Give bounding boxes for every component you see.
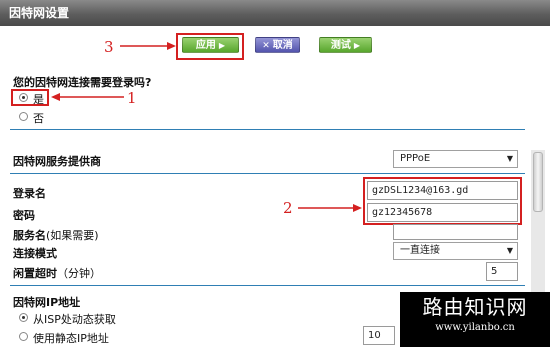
separator bbox=[10, 285, 525, 286]
test-button[interactable]: 测试 ▶ bbox=[319, 37, 372, 53]
password-input[interactable]: gz12345678 bbox=[367, 203, 518, 222]
callout-1: 1 bbox=[127, 89, 137, 107]
radio-ip-static[interactable] bbox=[19, 332, 28, 341]
callout-3-arrow bbox=[120, 42, 176, 50]
watermark-title: 路由知识网 bbox=[422, 295, 528, 319]
cancel-button-label: 取消 bbox=[272, 40, 293, 51]
service-name-input[interactable] bbox=[393, 224, 518, 240]
login-question-label: 您的因特网连接需要登录吗? bbox=[13, 76, 152, 89]
radio-ip-dynamic[interactable] bbox=[19, 313, 28, 322]
ip-octet-1-input[interactable]: 10 bbox=[363, 326, 395, 345]
separator bbox=[10, 129, 525, 130]
ip-static-label: 使用静态IP地址 bbox=[33, 332, 109, 345]
radio-login-yes[interactable] bbox=[19, 93, 28, 102]
login-yes-label: 是 bbox=[33, 93, 44, 106]
connection-mode-value: 一直连接 bbox=[400, 245, 440, 256]
toolbar: 应用 ▶ ✕ 取消 测试 ▶ bbox=[0, 26, 550, 64]
watermark-url: www.yilanbo.cn bbox=[435, 322, 515, 333]
separator bbox=[10, 173, 525, 174]
cancel-button[interactable]: ✕ 取消 bbox=[255, 37, 300, 53]
service-name-hint: (如果需要) bbox=[46, 229, 99, 242]
connection-mode-label: 连接模式 bbox=[13, 247, 57, 260]
radio-login-no[interactable] bbox=[19, 112, 28, 121]
scrollbar-thumb[interactable] bbox=[533, 152, 543, 212]
callout-2-arrow bbox=[298, 204, 362, 212]
login-name-input[interactable]: gzDSL1234@163.gd bbox=[367, 181, 518, 200]
callout-2: 2 bbox=[283, 199, 293, 217]
isp-label: 因特网服务提供商 bbox=[13, 155, 101, 168]
idle-timeout-input[interactable]: 5 bbox=[486, 262, 518, 281]
idle-timeout-label: 闲置超时（分钟） bbox=[13, 265, 101, 281]
apply-highlight-box bbox=[176, 33, 244, 60]
callout-3: 3 bbox=[104, 38, 114, 56]
service-name-label-text: 服务名 bbox=[13, 229, 46, 242]
idle-timeout-label-text: 闲置超时 bbox=[13, 267, 57, 280]
password-label: 密码 bbox=[13, 209, 35, 222]
isp-select-value: PPPoE bbox=[400, 153, 431, 164]
login-name-label: 登录名 bbox=[13, 187, 46, 200]
service-name-label: 服务名(如果需要) bbox=[13, 227, 99, 243]
chevron-down-icon: ▼ bbox=[506, 246, 513, 255]
close-icon: ✕ bbox=[262, 41, 270, 51]
ip-dynamic-label: 从ISP处动态获取 bbox=[33, 313, 116, 326]
play-icon: ▶ bbox=[353, 41, 361, 50]
window-title: 因特网设置 bbox=[0, 0, 550, 26]
test-button-label: 测试 bbox=[330, 40, 351, 51]
isp-select[interactable]: PPPoE ▼ bbox=[393, 150, 518, 168]
idle-timeout-unit: （分钟） bbox=[57, 267, 101, 280]
callout-1-arrow bbox=[51, 93, 124, 101]
login-no-label: 否 bbox=[33, 112, 44, 125]
chevron-down-icon: ▼ bbox=[506, 154, 513, 163]
watermark: 路由知识网 www.yilanbo.cn bbox=[400, 292, 550, 347]
connection-mode-select[interactable]: 一直连接 ▼ bbox=[393, 242, 518, 260]
ip-address-label: 因特网IP地址 bbox=[13, 296, 81, 309]
